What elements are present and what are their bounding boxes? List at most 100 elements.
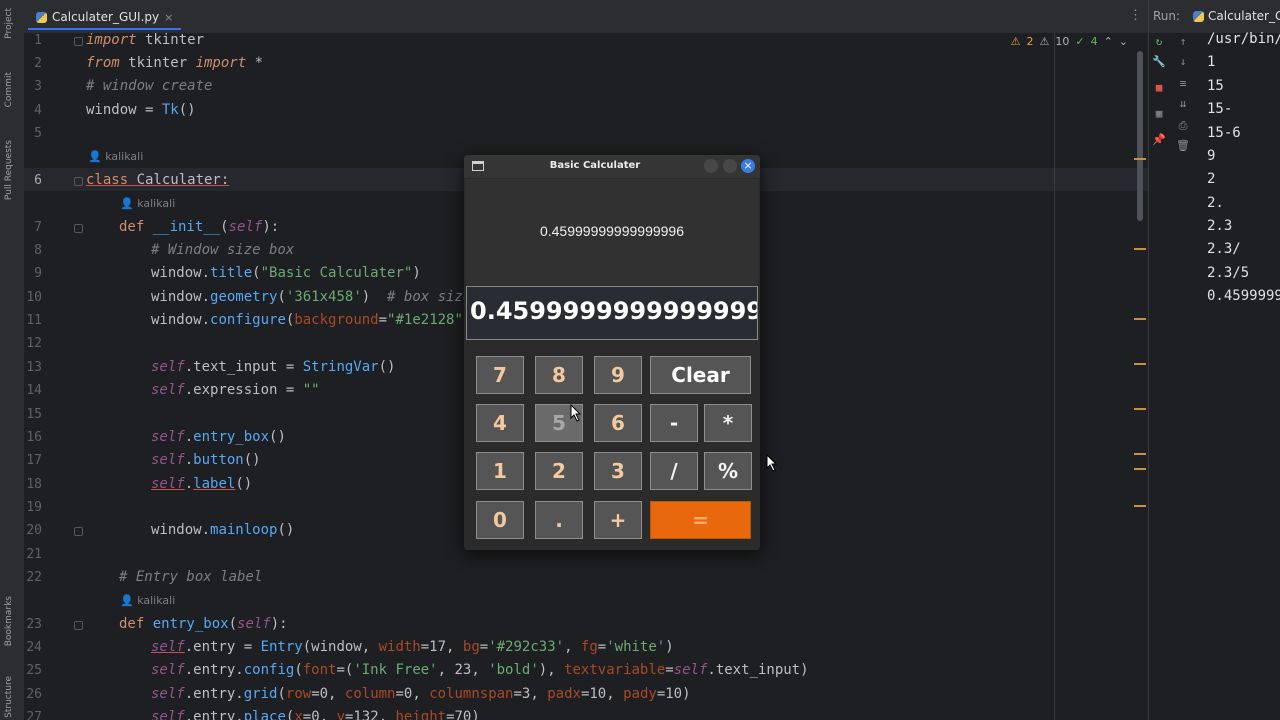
divide-button[interactable]: / [650, 452, 698, 490]
clear-button[interactable]: Clear [650, 356, 751, 394]
console-output-line: 9 [1207, 148, 1216, 164]
code-line[interactable]: class Calculater: [86, 172, 229, 188]
line-number: 21 [26, 547, 42, 562]
rerun-icon[interactable]: ↻ [1151, 35, 1167, 48]
pin-icon[interactable]: 📌 [1151, 133, 1167, 146]
code-line[interactable]: self.entry.config(font=('Ink Free', 23, … [151, 662, 809, 678]
code-line[interactable]: import tkinter [86, 33, 204, 48]
fold-icon[interactable] [74, 621, 83, 630]
code-line[interactable]: # Window size box [151, 242, 294, 258]
digit-2-button[interactable]: 2 [535, 452, 583, 490]
python-file-icon [1193, 10, 1204, 22]
line-number: 9 [34, 266, 42, 281]
editor-tab[interactable]: Calculater_GUI.py × [28, 6, 182, 30]
wrench-icon[interactable]: 🔧 [1151, 55, 1167, 68]
calculator-titlebar[interactable]: Basic Calculater × [464, 155, 760, 178]
code-line[interactable]: window.title("Basic Calculater") [151, 265, 421, 281]
code-line[interactable]: # window create [86, 78, 212, 94]
arrow-down-icon[interactable]: ↓ [1175, 55, 1191, 68]
fold-icon[interactable] [74, 224, 83, 233]
code-line[interactable]: from tkinter import * [86, 55, 263, 71]
fold-icon[interactable] [74, 37, 83, 46]
code-line[interactable]: self.button() [151, 452, 261, 468]
close-button[interactable]: × [741, 159, 755, 173]
layout-icon[interactable]: ▦ [1151, 107, 1167, 120]
code-line[interactable]: window.configure(background="#1e2128") [151, 312, 471, 328]
fold-icon[interactable] [74, 177, 83, 186]
line-number: 20 [26, 523, 42, 538]
digit-7-button[interactable]: 7 [476, 356, 524, 394]
line-number: 23 [26, 617, 42, 632]
code-line[interactable]: self.entry.grid(row=0, column=0, columns… [151, 686, 691, 702]
chevron-down-icon[interactable]: ⌄ [1119, 35, 1128, 48]
line-number-gutter: 1 2 3 4 5 6 7 8 9 10 11 12 13 14 15 16 1… [24, 33, 83, 720]
line-number: 4 [34, 103, 42, 118]
minimize-button[interactable] [704, 159, 718, 173]
error-stripe-mark [1134, 408, 1146, 410]
error-stripe-mark [1134, 468, 1146, 470]
plus-button[interactable]: + [594, 501, 642, 539]
code-line[interactable]: self.expression = "" [151, 382, 320, 398]
print-icon[interactable]: ⎙ [1175, 119, 1191, 133]
stop-icon[interactable]: ■ [1151, 81, 1167, 94]
digit-1-button[interactable]: 1 [476, 452, 524, 490]
run-toolbar: ↻ ↑ 🔧 ↓ ■ ≡ ⇊ ▦ ⎙ 📌 🗑 [1149, 33, 1193, 720]
maximize-button[interactable] [723, 159, 737, 173]
code-line[interactable]: window = Tk() [86, 102, 196, 118]
inspection-widget[interactable]: ⚠ 2 ⚠ 10 ✓ 4 ⌃ ⌄ [1011, 33, 1128, 49]
error-stripe-mark [1134, 318, 1146, 320]
editor-scrollbar[interactable] [1137, 51, 1143, 221]
code-line[interactable]: window.mainloop() [151, 522, 294, 538]
percent-button[interactable]: % [704, 452, 752, 490]
expression-entry[interactable]: 0.45999999999999996 [466, 286, 758, 340]
structure-tool-button[interactable]: Structure [4, 676, 14, 718]
code-line[interactable]: def entry_box(self): [119, 616, 288, 632]
arrow-up-icon[interactable]: ↑ [1175, 35, 1191, 48]
code-line[interactable]: self.entry_box() [151, 429, 286, 445]
digit-9-button[interactable]: 9 [594, 356, 642, 394]
code-line[interactable]: # Entry box label [119, 569, 262, 585]
close-icon[interactable]: × [164, 11, 173, 24]
multiply-button[interactable]: * [704, 404, 752, 442]
commit-tool-button[interactable]: Commit [4, 72, 14, 107]
code-line[interactable]: self.label() [151, 476, 252, 492]
pull-requests-tool-button[interactable]: Pull Requests [4, 140, 14, 200]
entry-value: 0.45999999999999996 [470, 297, 758, 325]
console-output-line: 15- [1207, 101, 1233, 117]
line-number: 5 [34, 126, 42, 141]
code-line[interactable]: self.text_input = StringVar() [151, 359, 395, 375]
left-tool-strip: Project Commit Pull Requests Bookmarks S… [0, 0, 25, 720]
minus-button[interactable]: - [650, 404, 698, 442]
line-number: 3 [34, 79, 42, 94]
warning-count: 2 [1026, 34, 1034, 48]
decimal-point-button[interactable]: . [535, 501, 583, 539]
code-line[interactable]: self.entry.place(x=0, y=132, height=70) [151, 709, 480, 720]
trash-icon[interactable]: 🗑 [1175, 139, 1191, 152]
fold-icon[interactable] [74, 527, 83, 536]
line-number: 11 [26, 313, 42, 328]
scroll-to-end-icon[interactable]: ⇊ [1175, 97, 1191, 110]
author-hint: 👤 kalikali [120, 594, 176, 607]
soft-wrap-icon[interactable]: ≡ [1175, 77, 1191, 90]
digit-6-button[interactable]: 6 [594, 404, 642, 442]
digit-0-button[interactable]: 0 [476, 501, 524, 539]
code-line[interactable]: self.entry = Entry(window, width=17, bg=… [151, 639, 674, 655]
calculator-window: Basic Calculater × 0.45999999999999996 0… [464, 155, 760, 550]
digit-8-button[interactable]: 8 [535, 356, 583, 394]
code-line[interactable]: window.geometry('361x458') # box size [151, 289, 471, 305]
equals-button[interactable]: = [650, 501, 751, 539]
bookmarks-tool-button[interactable]: Bookmarks [4, 596, 14, 646]
line-number: 19 [26, 500, 42, 515]
chevron-up-icon[interactable]: ⌃ [1104, 35, 1113, 48]
line-number: 1 [34, 33, 42, 48]
code-line[interactable]: def __init__(self): [119, 219, 279, 235]
run-config-tab[interactable]: Calculater_GUI.py [1193, 9, 1280, 23]
project-tool-button[interactable]: Project [4, 8, 14, 39]
line-number: 6 [34, 173, 42, 188]
more-vertical-icon[interactable]: ⋮ [1129, 8, 1142, 23]
digit-4-button[interactable]: 4 [476, 404, 524, 442]
line-number: 18 [26, 477, 42, 492]
line-number: 8 [34, 243, 42, 258]
console-output-line: 2 [1207, 171, 1216, 187]
digit-3-button[interactable]: 3 [594, 452, 642, 490]
